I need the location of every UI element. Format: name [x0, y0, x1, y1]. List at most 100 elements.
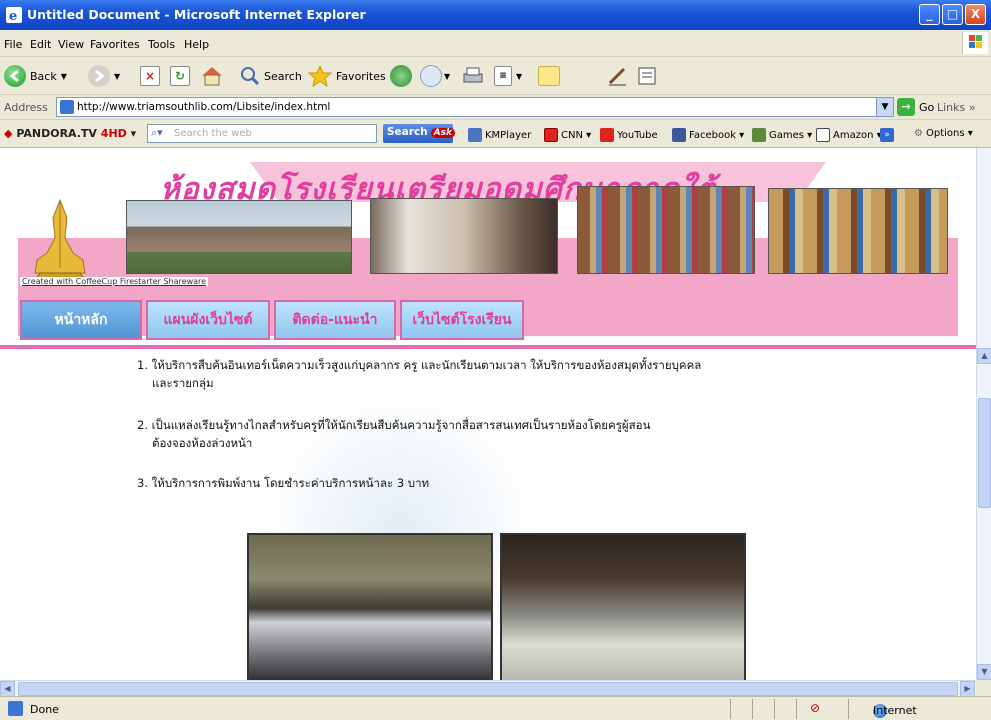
history-icon [390, 65, 412, 87]
forward-arrow-icon [88, 65, 110, 87]
menu-file[interactable]: File [4, 38, 22, 51]
links-button[interactable]: Links » [937, 101, 975, 114]
menu-tools[interactable]: Tools [148, 38, 175, 51]
youtube-link[interactable]: YouTube [600, 128, 658, 142]
go-button[interactable]: → Go [897, 98, 934, 116]
mail-icon [420, 65, 442, 87]
tab-contact[interactable]: ติดต่อ-แนะนำ [274, 300, 396, 340]
scroll-corner [976, 680, 991, 696]
window-title: Untitled Document - Microsoft Internet E… [27, 7, 366, 22]
scroll-up-icon[interactable]: ▲ [977, 348, 991, 364]
refresh-button[interactable]: ↻ [170, 63, 190, 89]
amazon-link[interactable]: Amazon ▾ [816, 128, 882, 142]
status-text: Done [30, 703, 59, 716]
maximize-button[interactable]: □ [942, 4, 963, 25]
toolbar: Back ▼ ▼ × ↻ Search Favorites ▼ ≡ ▼ [0, 57, 991, 95]
stop-button[interactable]: × [140, 63, 160, 89]
main-content: 1. ให้บริการสืบค้นอินเทอร์เน็ตความเร็วสู… [0, 349, 976, 680]
site-nav: หน้าหลัก แผนผังเว็บไซต์ ติดต่อ-แนะนำ เว็… [0, 298, 976, 346]
menu-favorites[interactable]: Favorites [90, 38, 140, 51]
forward-button[interactable]: ▼ [88, 63, 120, 89]
service-item-3: 3. ให้บริการการพิมพ์งาน โดยชำระค่าบริการ… [137, 476, 430, 490]
address-input[interactable]: http://www.triamsouthlib.com/Libsite/ind… [56, 97, 894, 117]
address-dropdown-icon[interactable]: ▼ [876, 98, 893, 116]
page-viewport: ห้องสมุดโรงเรียนเตรียมอุดมศึกษาภาคใต้ Cr… [0, 148, 976, 680]
minimize-button[interactable]: _ [919, 4, 940, 25]
history-button[interactable] [390, 63, 412, 89]
tab-home[interactable]: หน้าหลัก [20, 300, 142, 340]
service-item-1: 1. ให้บริการสืบค้นอินเทอร์เน็ตความเร็วสู… [137, 358, 702, 372]
games-link[interactable]: Games ▾ [752, 128, 812, 142]
back-arrow-icon [4, 65, 26, 87]
close-button[interactable]: X [965, 4, 986, 25]
facebook-icon [672, 128, 686, 142]
menu-view[interactable]: View [58, 38, 84, 51]
mail-button[interactable]: ▼ [420, 63, 450, 89]
search-icon: ⌕▾ [151, 126, 163, 139]
back-dropdown-icon[interactable]: ▼ [61, 72, 67, 81]
popup-blocker-icon[interactable]: ⊘ [810, 701, 820, 715]
kmplayer-link[interactable]: KMPlayer [468, 128, 531, 142]
pandora-search-input[interactable]: ⌕▾ Search the web [147, 124, 377, 143]
vertical-scroll-thumb[interactable] [978, 398, 991, 508]
ie-logo-icon: e [6, 7, 22, 23]
search-button[interactable]: Search [240, 63, 302, 89]
school-emblem-icon [34, 198, 86, 281]
horizontal-scrollbar[interactable]: ◀ ▶ [0, 680, 976, 697]
created-with-credit[interactable]: Created with CoffeeCup Firestarter Share… [20, 277, 209, 286]
more-links-button[interactable]: » [880, 128, 897, 142]
title-bar: e Untitled Document - Microsoft Internet… [0, 0, 991, 30]
menu-edit[interactable]: Edit [30, 38, 51, 51]
tab-school-website[interactable]: เว็บไซต์โรงเรียน [400, 300, 524, 340]
gear-icon: ⚙ [914, 128, 923, 139]
print-button[interactable] [462, 63, 484, 89]
menu-help[interactable]: Help [184, 38, 209, 51]
tab-sitemap[interactable]: แผนผังเว็บไซต์ [146, 300, 270, 340]
pandora-toolbar: ◆ PANDORA.TV 4HD ▾ ⌕▾ Search the web Sea… [0, 120, 991, 148]
amazon-icon [816, 128, 830, 142]
banner-photo-library-entrance [370, 198, 558, 274]
stop-icon: × [140, 66, 160, 86]
security-zone[interactable]: Internet [848, 699, 988, 719]
facebook-link[interactable]: Facebook ▾ [672, 128, 744, 142]
star-icon [308, 65, 332, 87]
go-arrow-icon: → [897, 98, 915, 116]
research-icon [638, 67, 656, 85]
refresh-icon: ↻ [170, 66, 190, 86]
computer-room-photo-2 [500, 533, 746, 680]
favorites-button[interactable]: Favorites [308, 63, 386, 89]
scroll-left-icon[interactable]: ◀ [0, 681, 15, 697]
cnn-link[interactable]: CNN ▾ [544, 128, 591, 142]
pandora-logo-icon: ◆ [4, 127, 13, 140]
home-icon [202, 67, 222, 86]
computer-room-photo-1 [247, 533, 493, 680]
pandora-brand[interactable]: ◆ PANDORA.TV 4HD ▾ [4, 127, 136, 140]
service-item-2: 2. เป็นแหล่งเรียนรู้ทางไกลสำหรับครูที่ให… [137, 418, 651, 432]
home-button[interactable] [200, 63, 224, 89]
edit-button[interactable]: ≡ ▼ [494, 63, 522, 89]
printer-icon [463, 67, 483, 83]
status-bar: Done ⊘ Internet [0, 696, 991, 720]
pen-icon [608, 67, 626, 86]
research-button[interactable] [636, 63, 658, 89]
back-button[interactable]: Back ▼ [4, 63, 67, 89]
search-icon [241, 67, 260, 86]
scroll-down-icon[interactable]: ▼ [977, 664, 991, 680]
menu-bar: File Edit View Favorites Tools Help [0, 30, 991, 57]
scroll-right-icon[interactable]: ▶ [960, 681, 975, 697]
vertical-scrollbar[interactable]: ▲ ▼ [976, 148, 991, 680]
page-status-icon [8, 701, 23, 716]
note-icon [538, 66, 560, 86]
options-button[interactable]: ⚙ Options ▾ [914, 128, 973, 139]
pandora-search-button[interactable]: Search Ask [383, 124, 455, 143]
horizontal-scroll-thumb[interactable] [18, 682, 958, 696]
youtube-icon [600, 128, 614, 142]
pen-button[interactable] [606, 63, 628, 89]
page-icon [60, 100, 74, 114]
notes-button[interactable] [538, 63, 560, 89]
cnn-icon [544, 128, 558, 142]
games-icon [752, 128, 766, 142]
address-bar: Address http://www.triamsouthlib.com/Lib… [0, 95, 991, 120]
kmplayer-icon [468, 128, 482, 142]
address-url: http://www.triamsouthlib.com/Libsite/ind… [77, 101, 331, 113]
